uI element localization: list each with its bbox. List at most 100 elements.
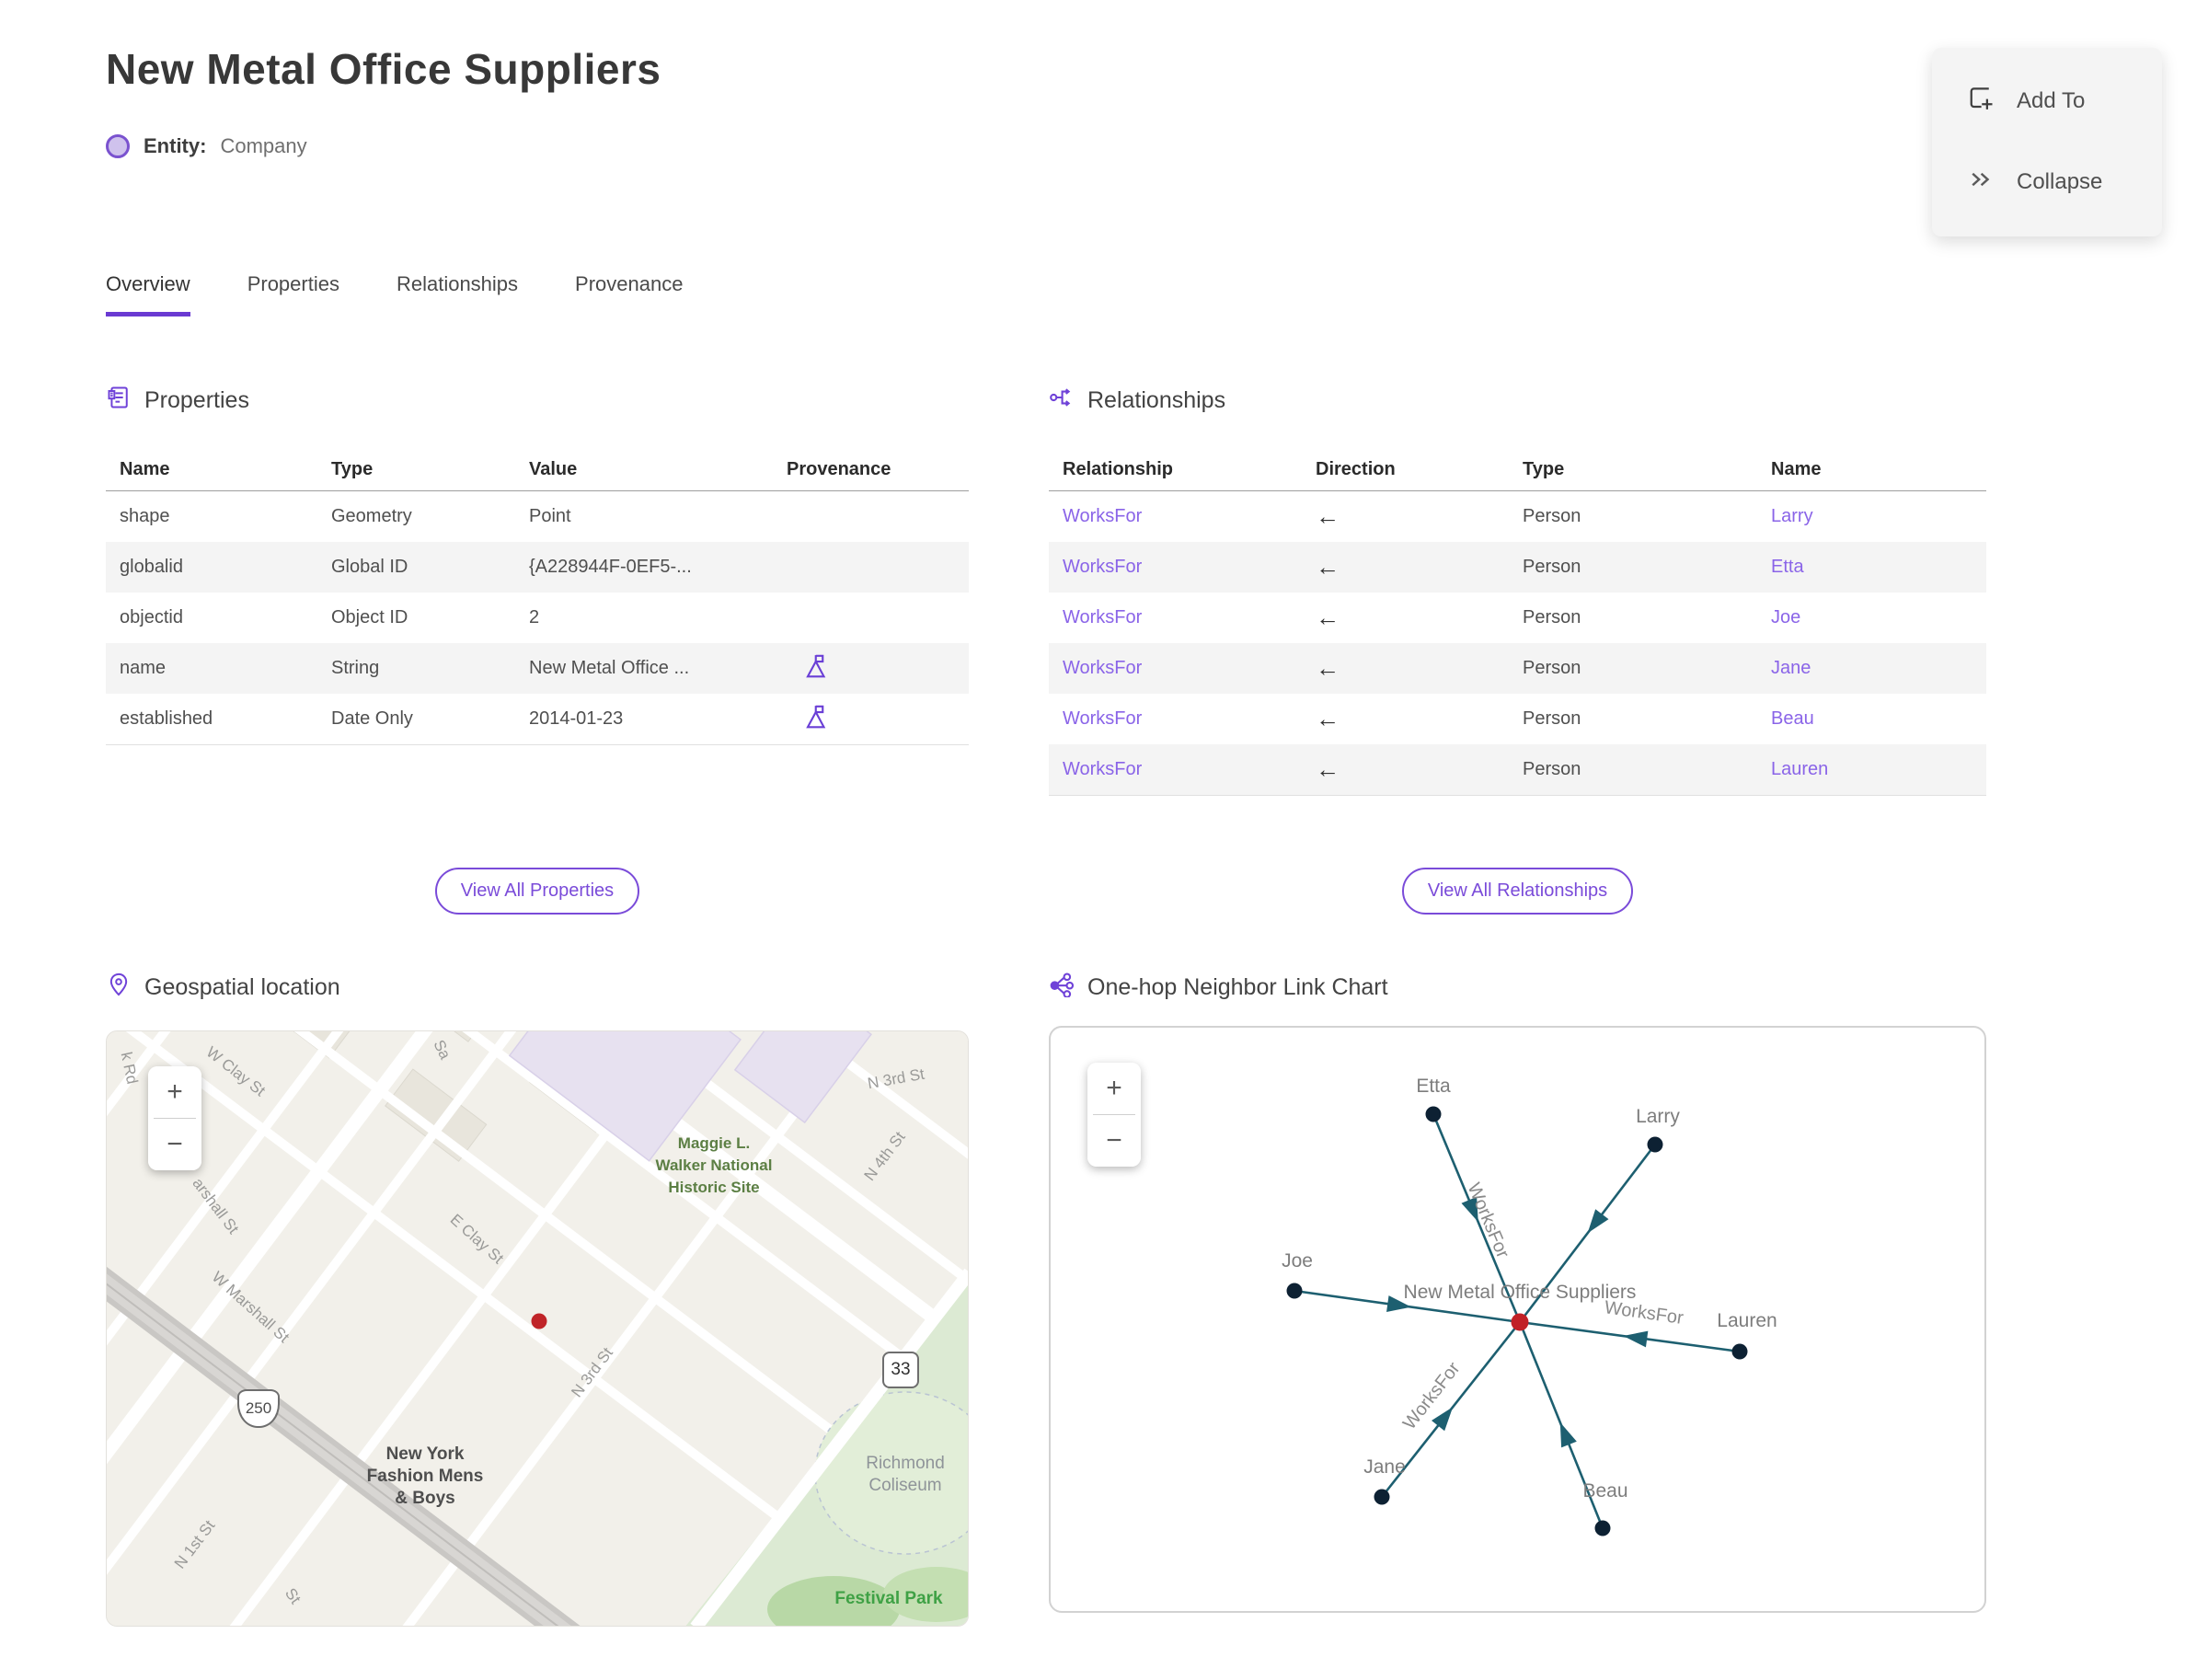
relationship-name-cell: Joe [1757, 607, 1986, 628]
entity-name-link[interactable]: Etta [1771, 557, 1804, 577]
edge-label: WorksFor [1399, 1358, 1465, 1433]
collapse-label: Collapse [2017, 169, 2103, 194]
edge-arrowhead [1587, 1209, 1609, 1234]
entity-name-link[interactable]: Jane [1771, 658, 1811, 678]
one-hop-link-chart[interactable]: WorksFor WorksFor WorksFor Etta Larry Joe Laur… [1049, 1026, 1986, 1613]
map-zoom-out-button[interactable]: − [148, 1119, 201, 1170]
graph-node[interactable] [1594, 1520, 1611, 1536]
properties-section-header: Properties [106, 385, 249, 417]
map-street-label: Richmond [866, 1454, 945, 1473]
relationships-table: Relationship Direction Type Name WorksFo… [1049, 448, 1986, 796]
center-graph-node[interactable] [1511, 1313, 1529, 1331]
graph-node-label: Lauren [1717, 1310, 1777, 1331]
col-header-relationship: Relationship [1063, 458, 1174, 479]
col-header-type: Type [331, 458, 374, 479]
graph-node[interactable] [1425, 1106, 1442, 1122]
relationship-row: WorksFor ← Person Etta [1049, 542, 1986, 593]
graph-node-label: Etta [1416, 1076, 1451, 1097]
edge-arrowhead [1559, 1421, 1577, 1448]
relationship-link[interactable]: WorksFor [1063, 557, 1142, 577]
geospatial-map[interactable]: k Rd W Clay St Sa N 3rd St Maggie L. Walker N… [106, 1030, 969, 1627]
view-all-relationships-button[interactable]: View All Relationships [1401, 868, 1634, 915]
col-header-value: Value [529, 458, 578, 479]
properties-table-body: shape Geometry Point globalid Global ID {A228… [106, 491, 969, 745]
property-value: {A228944F-0EF5-... [529, 557, 692, 577]
relationship-link[interactable]: WorksFor [1063, 607, 1142, 627]
direction-arrow-icon: ← [1316, 756, 1340, 783]
property-name: objectid [120, 607, 183, 627]
relationship-entity-type: Person [1523, 708, 1581, 729]
provenance-flag-icon[interactable] [803, 705, 831, 735]
entity-location-marker[interactable] [531, 1313, 547, 1329]
properties-section-title: Properties [144, 387, 249, 413]
link-chart-section-header: One-hop Neighbor Link Chart [1049, 972, 1388, 1004]
property-type: Date Only [331, 708, 413, 729]
entity-name-link[interactable]: Beau [1771, 708, 1814, 729]
link-chart-section-title: One-hop Neighbor Link Chart [1087, 974, 1388, 1000]
property-row: objectid Object ID 2 [106, 593, 969, 643]
properties-table: Name Type Value Provenance shape Geometry… [106, 448, 969, 745]
relationships-table-header: Relationship Direction Type Name [1049, 448, 1986, 491]
relationship-entity-type: Person [1523, 658, 1581, 678]
direction-arrow-icon: ← [1316, 655, 1340, 682]
property-type: Geometry [331, 506, 412, 526]
graph-node-label: Jane [1363, 1456, 1406, 1478]
col-header-type: Type [1523, 458, 1565, 479]
graph-node-label: Beau [1582, 1480, 1627, 1502]
entity-name-link[interactable]: Larry [1771, 506, 1813, 526]
graph-node[interactable] [1374, 1489, 1390, 1505]
property-row: name String New Metal Office ... [106, 643, 969, 694]
relationship-entity-type: Person [1523, 506, 1581, 526]
properties-table-header: Name Type Value Provenance [106, 448, 969, 491]
property-type: Global ID [331, 557, 408, 577]
entity-name-link[interactable]: Joe [1771, 607, 1800, 627]
graph-node[interactable] [1731, 1343, 1748, 1360]
graph-node[interactable] [1647, 1136, 1663, 1153]
direction-arrow-icon: ← [1316, 503, 1340, 530]
map-street-label: Maggie L. [677, 1134, 751, 1152]
property-name: established [120, 708, 213, 729]
property-name: name [120, 658, 167, 678]
map-basemap [107, 1031, 968, 1626]
relationship-link[interactable]: WorksFor [1063, 506, 1142, 526]
relationship-type-cell: WorksFor [1049, 658, 1302, 679]
relationship-type-cell: WorksFor [1049, 506, 1302, 527]
property-name: shape [120, 506, 170, 526]
edge-label: WorksFor [1464, 1180, 1513, 1261]
relationship-direction-cell: ← [1302, 555, 1509, 581]
property-name: globalid [120, 557, 183, 577]
map-street-label: Historic Site [668, 1179, 760, 1196]
relationships-table-body: WorksFor ← Person Larry WorksFor ← Person Etta W… [1049, 491, 1986, 796]
view-all-properties-button[interactable]: View All Properties [434, 868, 640, 915]
property-row: shape Geometry Point [106, 491, 969, 542]
relationship-link[interactable]: WorksFor [1063, 708, 1142, 729]
property-row: globalid Global ID {A228944F-0EF5-... [106, 542, 969, 593]
center-node-label: New Metal Office Suppliers [1404, 1282, 1637, 1303]
relationship-direction-cell: ← [1302, 707, 1509, 732]
map-street-label: & Boys [395, 1489, 455, 1508]
relationship-row: WorksFor ← Person Joe [1049, 593, 1986, 643]
map-zoom-in-button[interactable]: + [148, 1066, 201, 1118]
relationships-icon [1049, 385, 1075, 417]
add-to-button[interactable]: Add To [1967, 74, 2162, 129]
properties-icon [106, 385, 132, 417]
entity-name-link[interactable]: Lauren [1771, 759, 1828, 779]
map-pin-icon [106, 972, 132, 1004]
col-header-direction: Direction [1316, 458, 1396, 479]
relationship-type-cell: WorksFor [1049, 607, 1302, 628]
graph-node[interactable] [1286, 1283, 1303, 1299]
relationship-name-cell: Etta [1757, 557, 1986, 578]
map-street-label: Coliseum [868, 1476, 942, 1495]
col-header-provenance: Provenance [787, 458, 891, 479]
property-value: Point [529, 506, 571, 526]
relationship-link[interactable]: WorksFor [1063, 658, 1142, 678]
chart-zoom-in-button[interactable]: + [1087, 1063, 1141, 1114]
collapse-button[interactable]: Collapse [1967, 155, 2162, 210]
relationship-link[interactable]: WorksFor [1063, 759, 1142, 779]
graph-node-label: Joe [1282, 1250, 1313, 1272]
map-street-label: Walker National [655, 1156, 773, 1174]
chart-zoom-out-button[interactable]: − [1087, 1115, 1141, 1167]
col-header-name: Name [1771, 458, 1822, 479]
property-value: 2014-01-23 [529, 708, 624, 729]
provenance-flag-icon[interactable] [803, 654, 831, 685]
